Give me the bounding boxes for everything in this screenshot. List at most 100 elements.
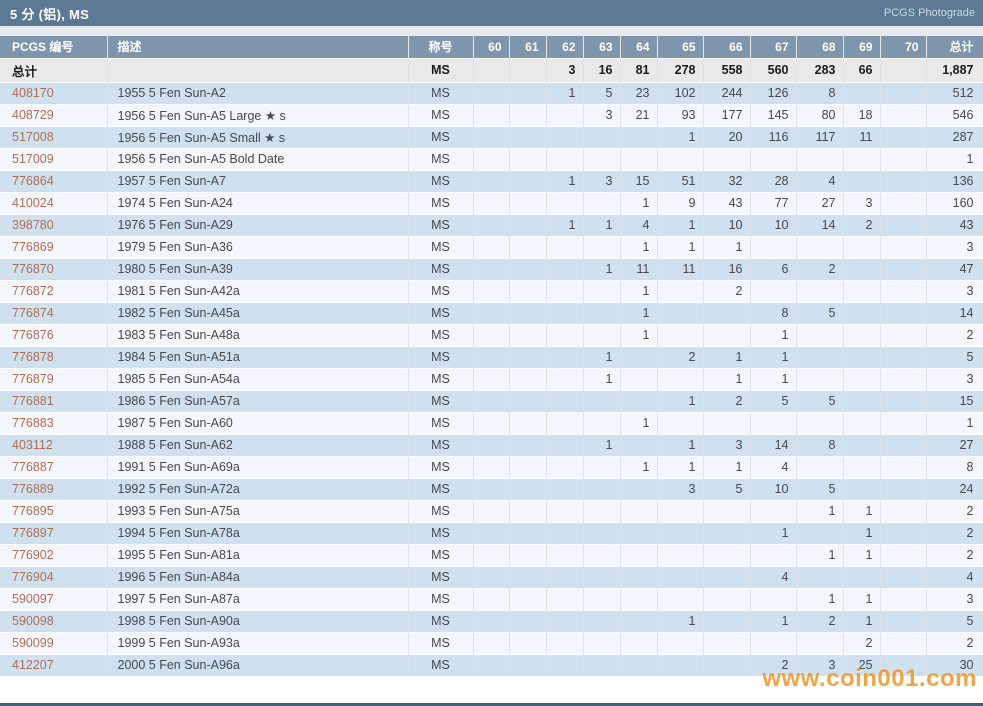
- grade-count-67: 1: [750, 609, 797, 632]
- table-row: 776881 1986 5 Fen Sun-A57a MS 1 2 5 5 15: [0, 389, 983, 412]
- pcgs-number-link[interactable]: 776895: [0, 499, 108, 522]
- pcgs-number-link[interactable]: 776879: [0, 367, 108, 390]
- grade-count-69: 1: [843, 543, 881, 566]
- grade-count-70: [880, 389, 927, 412]
- grade-count-60: [473, 81, 510, 104]
- grade-count-65: 2: [657, 345, 704, 368]
- grade-count-68: [796, 235, 844, 258]
- totals-grade-60: [473, 57, 510, 82]
- coin-description: 1992 5 Fen Sun-A72a: [107, 477, 409, 500]
- designation: MS: [408, 345, 474, 368]
- grade-count-60: [473, 499, 510, 522]
- pcgs-number-link[interactable]: 776864: [0, 169, 108, 192]
- totals-label: 总计: [0, 57, 108, 82]
- pcgs-number-link[interactable]: 776897: [0, 521, 108, 544]
- pcgs-number-link[interactable]: 776869: [0, 235, 108, 258]
- grade-count-65: 9: [657, 191, 704, 214]
- grade-count-60: [473, 279, 510, 302]
- pcgs-number-link[interactable]: 403112: [0, 433, 108, 456]
- pcgs-number-link[interactable]: 590099: [0, 631, 108, 654]
- grade-count-64: 1: [620, 323, 658, 346]
- designation: MS: [408, 455, 474, 478]
- pcgs-number-link[interactable]: 776881: [0, 389, 108, 412]
- pcgs-number-link[interactable]: 410024: [0, 191, 108, 214]
- grade-count-68: 1: [796, 587, 844, 610]
- grade-total: 24: [926, 477, 983, 500]
- grade-count-69: [843, 235, 881, 258]
- pcgs-number-link[interactable]: 776887: [0, 455, 108, 478]
- grade-count-67: [750, 587, 797, 610]
- grade-total: 3: [926, 367, 983, 390]
- grade-total: 8: [926, 455, 983, 478]
- coin-description: 1995 5 Fen Sun-A81a: [107, 543, 409, 566]
- grade-count-67: 1: [750, 367, 797, 390]
- pcgs-number-link[interactable]: 517009: [0, 147, 108, 170]
- designation: MS: [408, 301, 474, 324]
- grade-count-69: 18: [843, 103, 881, 126]
- grade-count-64: [620, 653, 658, 676]
- grade-count-67: 14: [750, 433, 797, 456]
- grade-count-60: [473, 631, 510, 654]
- grade-count-67: [750, 543, 797, 566]
- grade-count-61: [509, 103, 547, 126]
- grade-count-69: 3: [843, 191, 881, 214]
- grade-count-60: [473, 191, 510, 214]
- pcgs-number-link[interactable]: 590098: [0, 609, 108, 632]
- pcgs-number-link[interactable]: 776870: [0, 257, 108, 280]
- grade-count-63: [583, 411, 621, 434]
- pcgs-number-link[interactable]: 776904: [0, 565, 108, 588]
- grade-count-63: [583, 301, 621, 324]
- pcgs-number-link[interactable]: 408729: [0, 103, 108, 126]
- pcgs-number-link[interactable]: 776872: [0, 279, 108, 302]
- designation: MS: [408, 125, 474, 148]
- grade-count-66: 1: [703, 455, 751, 478]
- grade-count-62: [546, 587, 584, 610]
- grade-count-68: [796, 411, 844, 434]
- grade-count-63: [583, 147, 621, 170]
- grade-total: 136: [926, 169, 983, 192]
- pcgs-number-link[interactable]: 408170: [0, 81, 108, 104]
- grade-count-64: [620, 609, 658, 632]
- photograde-link[interactable]: PCGS Photograde: [884, 7, 975, 19]
- grade-count-66: [703, 521, 751, 544]
- pcgs-number-link[interactable]: 398780: [0, 213, 108, 236]
- designation: MS: [408, 609, 474, 632]
- designation: MS: [408, 81, 474, 104]
- grade-count-67: 4: [750, 455, 797, 478]
- designation: MS: [408, 257, 474, 280]
- grade-total: 5: [926, 609, 983, 632]
- grade-count-62: [546, 345, 584, 368]
- table-row: 398780 1976 5 Fen Sun-A29 MS 1 1 4 1 10 …: [0, 213, 983, 236]
- grade-count-62: [546, 257, 584, 280]
- pcgs-number-link[interactable]: 776876: [0, 323, 108, 346]
- grade-count-61: [509, 565, 547, 588]
- grade-count-67: 1: [750, 323, 797, 346]
- grade-count-68: 8: [796, 81, 844, 104]
- grade-count-64: 1: [620, 455, 658, 478]
- designation: MS: [408, 543, 474, 566]
- designation: MS: [408, 367, 474, 390]
- grade-count-62: [546, 279, 584, 302]
- pcgs-number-link[interactable]: 776878: [0, 345, 108, 368]
- grade-count-63: 5: [583, 81, 621, 104]
- pcgs-number-link[interactable]: 590097: [0, 587, 108, 610]
- pcgs-number-link[interactable]: 776902: [0, 543, 108, 566]
- grade-count-61: [509, 191, 547, 214]
- grade-count-66: [703, 543, 751, 566]
- pcgs-number-link[interactable]: 776874: [0, 301, 108, 324]
- table-row: 776889 1992 5 Fen Sun-A72a MS 3 5 10 5 2…: [0, 477, 983, 500]
- pcgs-number-link[interactable]: 517008: [0, 125, 108, 148]
- grade-count-66: 2: [703, 279, 751, 302]
- pcgs-number-link[interactable]: 776889: [0, 477, 108, 500]
- grade-count-70: [880, 565, 927, 588]
- grade-count-62: 1: [546, 213, 584, 236]
- column-header-designation: 称号: [408, 36, 474, 58]
- pcgs-number-link[interactable]: 776883: [0, 411, 108, 434]
- grade-count-70: [880, 631, 927, 654]
- column-header-grade-66: 66: [703, 36, 751, 58]
- grade-total: 3: [926, 235, 983, 258]
- grade-count-70: [880, 543, 927, 566]
- designation: MS: [408, 521, 474, 544]
- pcgs-number-link[interactable]: 412207: [0, 653, 108, 676]
- grade-count-69: [843, 147, 881, 170]
